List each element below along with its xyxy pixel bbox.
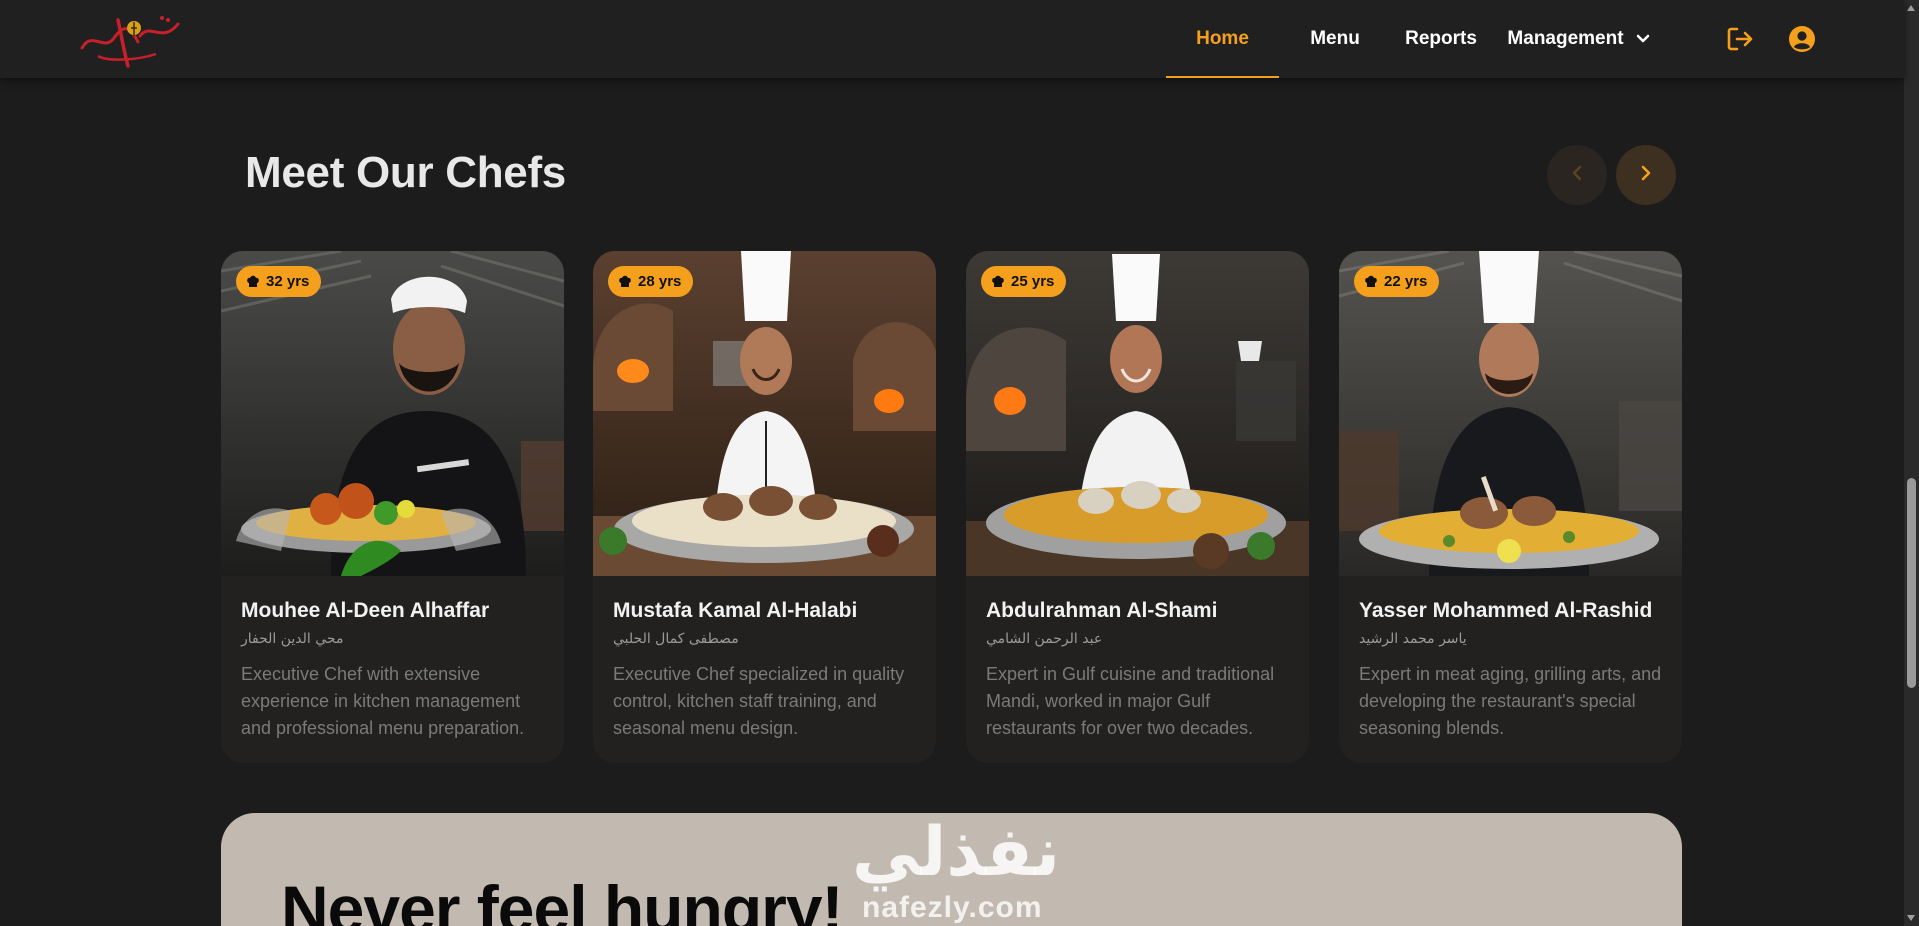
experience-label: 22 yrs — [1384, 273, 1428, 290]
experience-label: 32 yrs — [266, 273, 310, 290]
banner-title: Never feel hungry! — [281, 872, 843, 926]
restaurant-logo[interactable] — [78, 8, 184, 70]
nav-menu-label: Menu — [1310, 28, 1360, 49]
chef-hat-icon — [618, 275, 632, 289]
chef-name: Mustafa Kamal Al-Halabi — [613, 599, 858, 622]
nav-home-label: Home — [1196, 28, 1249, 49]
section-title: Meet Our Chefs — [245, 148, 566, 197]
carousel-prev-button[interactable] — [1547, 145, 1607, 205]
page-scrollbar[interactable] — [1904, 0, 1919, 926]
top-navbar: Home Menu Reports Management — [0, 0, 1904, 78]
experience-badge: 32 yrs — [236, 266, 322, 297]
nav-reports[interactable]: Reports — [1391, 0, 1491, 78]
chef-description: Expert in meat aging, grilling arts, and… — [1359, 664, 1662, 738]
chef-hat-icon — [991, 275, 1005, 289]
chef-card[interactable]: 25 yrs Abdulrahman Al-Shami عبد الرحمن ا… — [966, 251, 1309, 763]
logout-icon[interactable] — [1724, 23, 1756, 55]
scroll-thumb[interactable] — [1907, 478, 1916, 688]
chef-photo: 28 yrs — [593, 251, 936, 576]
experience-badge: 22 yrs — [1354, 266, 1440, 297]
nav-menu[interactable]: Menu — [1279, 0, 1391, 78]
chef-description: Expert in Gulf cuisine and traditional M… — [986, 664, 1275, 738]
scroll-up-arrow[interactable] — [1907, 5, 1915, 11]
chef-description: Executive Chef with extensive experience… — [241, 664, 525, 738]
chef-name-arabic: ياسر محمد الرشيد — [1359, 631, 1467, 647]
chef-card[interactable]: 22 yrs Yasser Mohammed Al-Rashid ياسر مح… — [1339, 251, 1682, 763]
experience-label: 28 yrs — [638, 273, 682, 290]
scroll-down-arrow[interactable] — [1907, 915, 1915, 921]
nav-reports-label: Reports — [1405, 28, 1477, 49]
chef-name: Yasser Mohammed Al-Rashid — [1359, 599, 1653, 622]
chef-name-arabic: عبد الرحمن الشامي — [986, 631, 1103, 647]
nav-home[interactable]: Home — [1166, 0, 1279, 78]
chef-photo: 25 yrs — [966, 251, 1309, 576]
experience-label: 25 yrs — [1011, 273, 1055, 290]
watermark-arabic: نفذلي — [852, 813, 1061, 892]
account-circle-icon[interactable] — [1786, 23, 1818, 55]
experience-badge: 25 yrs — [981, 266, 1067, 297]
nav-links: Home Menu Reports Management — [1166, 0, 1666, 78]
watermark-url: nafezly.com — [862, 891, 1043, 924]
carousel-next-button[interactable] — [1616, 145, 1676, 205]
chef-name-arabic: محي الدين الحفار — [241, 631, 344, 647]
chevron-left-icon — [1570, 164, 1584, 187]
chevron-right-icon — [1639, 164, 1653, 187]
chef-card[interactable]: 28 yrs Mustafa Kamal Al-Halabi مصطفى كما… — [593, 251, 936, 763]
chef-description: Executive Chef specialized in quality co… — [613, 664, 905, 738]
chevron-down-icon — [1636, 28, 1650, 50]
nav-management-label: Management — [1507, 28, 1624, 49]
chef-hat-icon — [246, 275, 260, 289]
chef-name: Mouhee Al-Deen Alhaffar — [241, 599, 490, 622]
chef-photo: 32 yrs — [221, 251, 564, 576]
chef-photo: 22 yrs — [1339, 251, 1682, 576]
promo-banner: Never feel hungry! نفذلي nafezly.com — [221, 813, 1682, 926]
chef-name: Abdulrahman Al-Shami — [986, 599, 1218, 622]
chef-card[interactable]: 32 yrs Mouhee Al-Deen Alhaffar محي الدين… — [221, 251, 564, 763]
chef-hat-icon — [1364, 275, 1378, 289]
chef-name-arabic: مصطفى كمال الحلبي — [613, 631, 739, 647]
experience-badge: 28 yrs — [608, 266, 694, 297]
nav-management-dropdown[interactable]: Management — [1491, 0, 1666, 78]
